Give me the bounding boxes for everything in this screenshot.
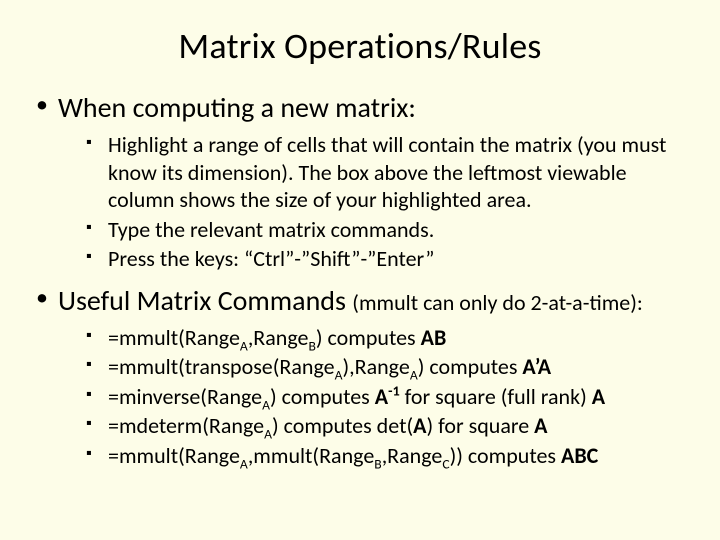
text: ) computes — [316, 324, 421, 351]
text: ) computes — [270, 383, 375, 410]
bold-text: A — [534, 412, 547, 439]
subscript: A — [262, 396, 270, 413]
superscript: -1 — [388, 381, 400, 399]
subscript: A — [240, 337, 248, 354]
text: ),Range — [342, 353, 409, 380]
bold-text: A’A — [522, 353, 551, 380]
list-item: =minverse(RangeA) computes A-1 for squar… — [58, 383, 692, 411]
bold-text: A — [592, 383, 605, 410]
text: ,Range — [382, 442, 443, 469]
bold-text: A — [413, 412, 426, 439]
list-item: Highlight a range of cells that will con… — [58, 131, 692, 214]
text: =mmult(Range — [108, 324, 240, 351]
section-heading: Useful Matrix Commands — [58, 283, 346, 318]
list-item: =mmult(RangeA,mmult(RangeB,RangeC)) comp… — [58, 442, 692, 470]
subscript: B — [374, 455, 381, 472]
text: ,mmult(Range — [248, 442, 374, 469]
section-paren: (mmult can only do 2-at-a-time): — [352, 289, 643, 316]
text: for square (full rank) — [400, 383, 592, 410]
bold-text: -1 — [388, 383, 400, 410]
bold-text: AB — [421, 324, 447, 351]
subscript: A — [410, 366, 418, 383]
subscript: A — [264, 425, 272, 442]
text: =mmult(Range — [108, 442, 240, 469]
section-useful-commands: Useful Matrix Commands (mmult can only d… — [28, 283, 692, 470]
list-item: =mmult(RangeA,RangeB) computes AB — [58, 324, 692, 352]
list-item: =mmult(transpose(RangeA),RangeA) compute… — [58, 353, 692, 381]
text: ) for square — [426, 412, 534, 439]
section-computing: When computing a new matrix: Highlight a… — [28, 90, 692, 273]
text: =minverse(Range — [108, 383, 262, 410]
list-item: =mdeterm(RangeA) computes det(A) for squ… — [58, 412, 692, 440]
computing-sublist: Highlight a range of cells that will con… — [58, 131, 692, 273]
main-list: When computing a new matrix: Highlight a… — [28, 90, 692, 469]
slide-title: Matrix Operations/Rules — [28, 24, 692, 68]
subscript: A — [240, 455, 248, 472]
text: ,Range — [248, 324, 309, 351]
text: ) computes det( — [272, 412, 413, 439]
subscript: B — [308, 337, 315, 354]
commands-sublist: =mmult(RangeA,RangeB) computes AB =mmult… — [58, 324, 692, 470]
slide: Matrix Operations/Rules When computing a… — [0, 0, 720, 540]
text: )) computes — [450, 442, 561, 469]
text: =mmult(transpose(Range — [108, 353, 335, 380]
section-heading: When computing a new matrix: — [58, 90, 416, 125]
text: ) computes — [418, 353, 523, 380]
list-item: Press the keys: “Ctrl”-”Shift”-”Enter” — [58, 245, 692, 273]
bold-text: ABC — [561, 442, 598, 469]
subscript: C — [442, 455, 449, 472]
list-item: Type the relevant matrix commands. — [58, 216, 692, 244]
bold-text: A — [375, 383, 388, 410]
text: =mdeterm(Range — [108, 412, 264, 439]
